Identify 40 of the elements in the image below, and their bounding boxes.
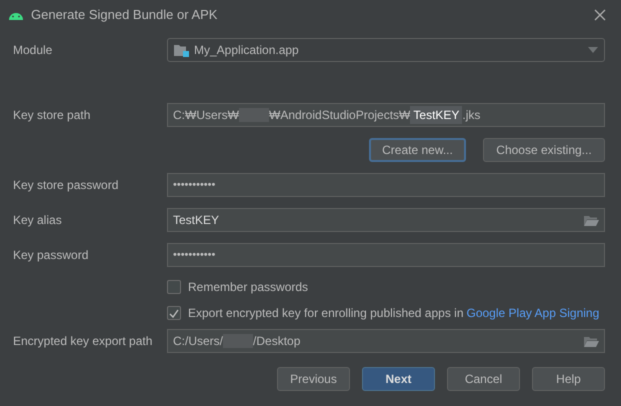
field-label: Module	[13, 42, 52, 59]
checkbox-label[interactable]: Export encrypted key for enrolling published apps in	[188, 304, 464, 322]
password-field[interactable]: •••••••••••	[167, 173, 605, 197]
path-text: /Desktop	[253, 333, 300, 350]
password-field[interactable]: •••••••••••	[167, 243, 605, 267]
module-dropdown[interactable]: My_Application.app	[167, 38, 605, 62]
field-label: Key password	[13, 247, 88, 264]
field-value: •••••••••••	[173, 178, 216, 193]
field-label: Key alias	[13, 212, 62, 229]
field-label: Encrypted key export path	[13, 333, 152, 350]
text-field[interactable]: TestKEY	[167, 208, 605, 232]
path-text: C:₩Users₩	[173, 107, 239, 124]
google-play-link[interactable]: Google Play App Signing	[466, 304, 600, 322]
field-value: •••••••••••	[173, 248, 216, 263]
module-folder-icon	[174, 44, 189, 56]
dialog-button[interactable]: Next	[362, 367, 435, 391]
key-store-button[interactable]: Choose existing...	[483, 138, 605, 162]
folder-icon[interactable]	[583, 214, 599, 226]
android-logo-icon	[8, 10, 24, 20]
key-store-path-field[interactable]: C:₩Users₩ ₩AndroidStudioProjects₩ TestKEY .jks	[167, 103, 605, 127]
checkbox[interactable]	[167, 306, 181, 320]
field-value: TestKEY	[173, 212, 220, 229]
dialog-button[interactable]: Previous	[277, 367, 350, 391]
close-icon[interactable]	[594, 9, 606, 21]
export-path-field[interactable]: C:/Users/ /Desktop	[167, 329, 605, 353]
folder-icon[interactable]	[583, 334, 599, 348]
field-label: Key store path	[13, 107, 90, 124]
window-title: Generate Signed Bundle or APK	[31, 6, 218, 24]
field-label: Key store password	[13, 177, 118, 194]
checkbox-label[interactable]: Remember passwords	[188, 278, 308, 296]
path-text: .jks	[462, 107, 480, 124]
path-text: TestKEY	[410, 106, 462, 124]
path-text: C:/Users/	[173, 333, 224, 350]
dropdown-arrow-icon	[588, 47, 598, 53]
key-store-button[interactable]: Create new...	[369, 138, 466, 162]
dialog-button[interactable]: Help	[532, 367, 605, 391]
dialog-button[interactable]: Cancel	[447, 367, 520, 391]
checkbox[interactable]	[167, 280, 181, 294]
path-text: ₩AndroidStudioProjects₩	[269, 107, 410, 124]
module-value: My_Application.app	[194, 42, 300, 59]
